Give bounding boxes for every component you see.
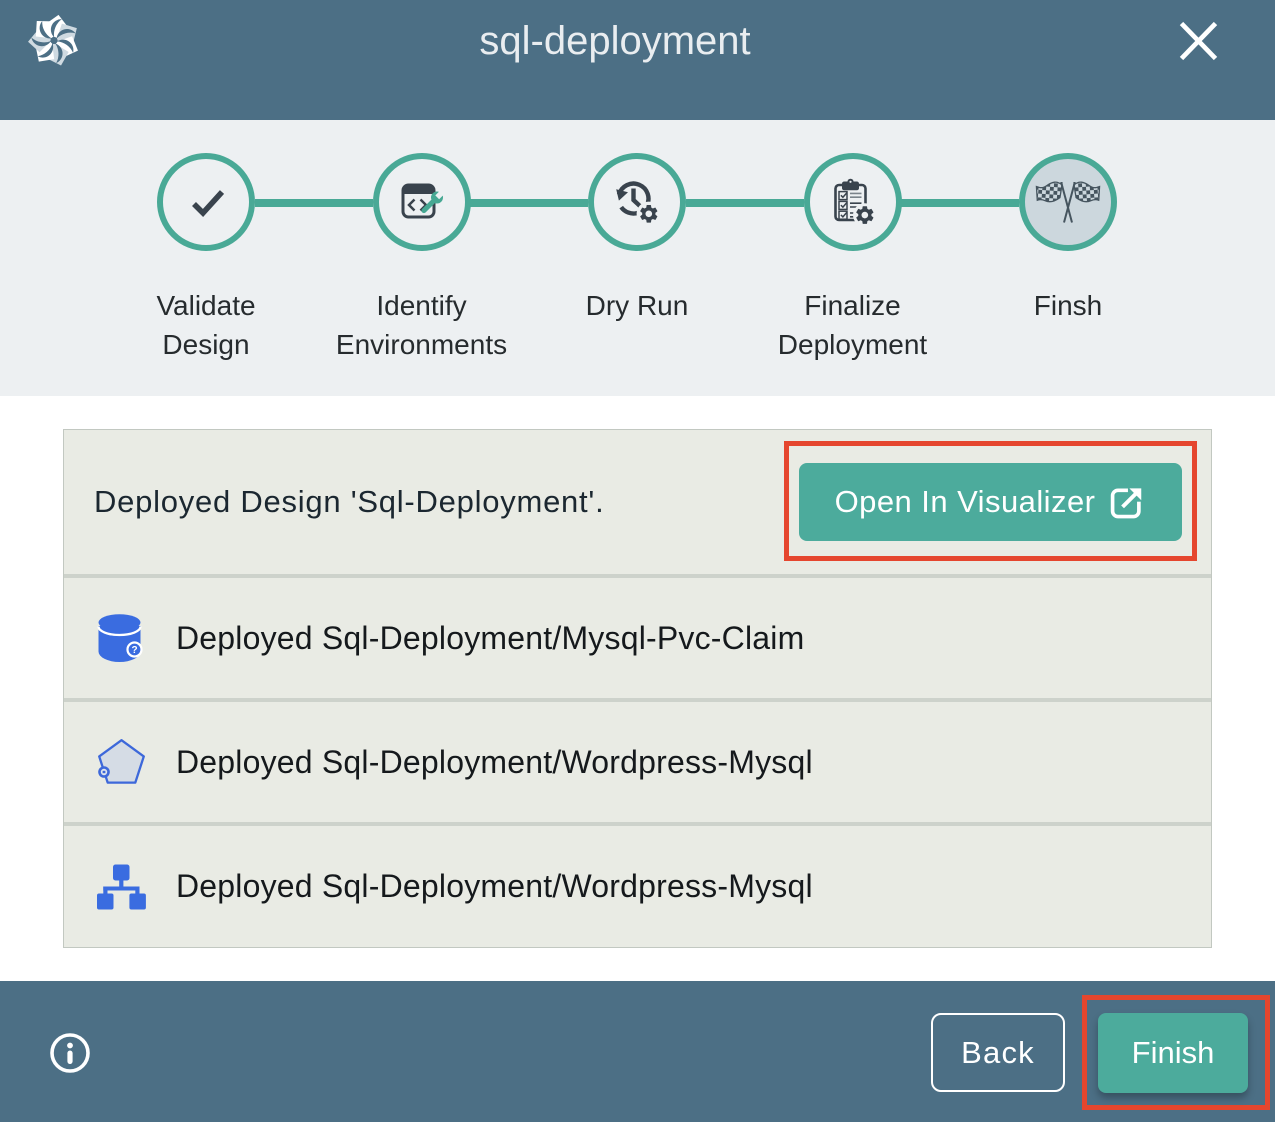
svg-text:?: ?	[131, 645, 137, 656]
